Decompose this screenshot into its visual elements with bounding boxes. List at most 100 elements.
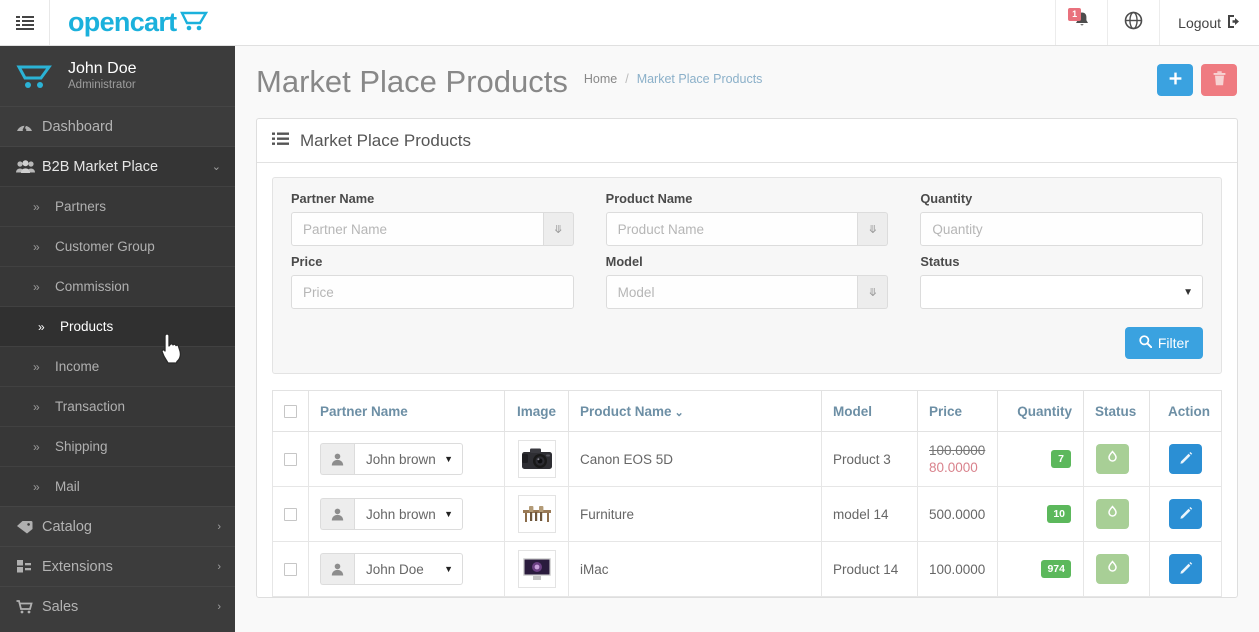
row-select-cell [272,431,309,487]
sidebar-item-b2b-market-place[interactable]: B2B Market Place ⌄ [0,146,235,186]
breadcrumb: Home / Market Place Products [584,72,763,92]
sidebar-item-extensions[interactable]: Extensions › [0,546,235,586]
sidebar-item-label: Transaction [55,399,126,414]
row-checkbox[interactable] [284,508,297,522]
status-toggle-button[interactable] [1096,444,1129,474]
row-checkbox[interactable] [284,563,297,577]
products-table-wrap: Partner Name Image Product Name ⌄ Model P… [257,374,1237,597]
column-header-price[interactable]: Price [917,390,998,432]
delete-button[interactable] [1201,64,1237,96]
status-toggle-button[interactable] [1096,554,1129,584]
logout-button[interactable]: Logout [1159,0,1259,45]
products-panel: Market Place Products Partner Name ⤋ [256,118,1238,598]
sidebar-item-partners[interactable]: » Partners [0,186,235,226]
edit-button[interactable] [1169,499,1202,529]
quantity-input[interactable] [920,212,1204,246]
cell-partner-name: John brown ▼ [308,431,505,487]
globe-icon [1124,11,1143,35]
select-all-checkbox[interactable] [284,405,297,419]
filter-box: Partner Name ⤋ Product Name ⤋ [272,177,1222,374]
pencil-icon [1179,451,1193,468]
filter-button[interactable]: Filter [1124,327,1203,359]
cell-model: Product 14 [821,541,918,597]
chevron-right-icon: » [33,399,40,414]
camera-thumbnail [517,440,556,478]
breadcrumb-current[interactable]: Market Place Products [637,72,763,86]
row-select-cell [272,486,309,542]
model-input[interactable] [605,275,859,309]
chevron-right-icon: » [33,439,40,454]
trash-icon [1213,71,1226,89]
cart-logo-icon [180,9,212,36]
add-new-button[interactable] [1157,64,1193,96]
cell-action [1149,541,1222,597]
row-checkbox[interactable] [284,453,297,467]
filter-field-model: Model ⤋ [605,254,889,309]
column-header-action: Action [1149,390,1222,432]
column-header-status[interactable]: Status [1083,390,1150,432]
filter-field-quantity: Quantity [920,191,1204,246]
sidebar-item-mail[interactable]: » Mail [0,466,235,506]
column-header-quantity[interactable]: Quantity [997,390,1084,432]
sidebar-item-income[interactable]: » Income [0,346,235,386]
quantity-badge: 7 [1051,450,1071,468]
column-header-product-name[interactable]: Product Name ⌄ [568,390,822,432]
partner-select-value-wrap[interactable]: John brown ▼ [354,443,463,475]
partner-select-value-wrap[interactable]: John brown ▼ [354,498,463,530]
status-select[interactable] [920,275,1204,309]
enabled-icon [1105,450,1120,468]
cell-partner-name: John brown ▼ [308,486,505,542]
sidebar-item-customer-group[interactable]: » Customer Group [0,226,235,266]
opencart-logo[interactable]: opencart [50,0,212,45]
price-input[interactable] [291,275,574,309]
chevron-right-icon: » [33,479,40,494]
cell-action [1149,431,1222,487]
table-row: John brown ▼ [272,486,1222,542]
column-header-model[interactable]: Model [821,390,918,432]
store-front-button[interactable] [1107,0,1159,45]
sort-caret-icon: ⌄ [674,406,684,419]
sidebar-item-sales[interactable]: Sales › [0,586,235,626]
model-dropdown-toggle[interactable]: ⤋ [858,275,889,309]
notifications-button[interactable]: 1 [1055,0,1107,45]
sidebar-item-label: Customer Group [55,239,155,254]
sidebar-item-catalog[interactable]: Catalog › [0,506,235,546]
top-header-bar: opencart 1 Logout [0,0,1259,46]
partner-select-value-wrap[interactable]: John Doe ▼ [354,553,463,585]
tag-icon [16,520,42,534]
partner-select[interactable]: John Doe ▼ [320,553,463,585]
partner-select-value: John brown [366,451,436,467]
menu-toggle-icon[interactable] [0,0,50,45]
filter-section: Partner Name ⤋ Product Name ⤋ [257,163,1237,374]
user-icon [320,553,354,585]
sidebar-item-label: Extensions [42,558,113,575]
plus-icon [1169,72,1182,88]
user-icon [320,443,354,475]
user-profile[interactable]: John Doe Administrator [0,46,235,106]
partner-select[interactable]: John brown ▼ [320,498,463,530]
sidebar-item-products[interactable]: » Products [0,306,235,346]
sidebar-item-transaction[interactable]: » Transaction [0,386,235,426]
puzzle-icon [16,559,42,574]
cell-price: 100.0000 [917,541,998,597]
breadcrumb-home[interactable]: Home [584,72,617,86]
table-head: Partner Name Image Product Name ⌄ Model P… [272,390,1222,432]
partner-name-dropdown-toggle[interactable]: ⤋ [543,212,574,246]
cell-image [504,541,569,597]
product-name-dropdown-toggle[interactable]: ⤋ [858,212,889,246]
edit-button[interactable] [1169,444,1202,474]
profile-role: Administrator [68,79,136,91]
partner-select[interactable]: John brown ▼ [320,443,463,475]
cell-image [504,431,569,487]
product-name-input[interactable] [605,212,859,246]
partner-name-input[interactable] [291,212,544,246]
sidebar-item-commission[interactable]: » Commission [0,266,235,306]
column-header-partner-name[interactable]: Partner Name [308,390,505,432]
edit-button[interactable] [1169,554,1202,584]
sidebar-item-dashboard[interactable]: Dashboard [0,106,235,146]
sidebar-item-shipping[interactable]: » Shipping [0,426,235,466]
sidebar-item-label: Commission [55,279,130,294]
cell-model: Product 3 [821,431,918,487]
status-toggle-button[interactable] [1096,499,1129,529]
chevron-right-icon: › [217,600,221,613]
